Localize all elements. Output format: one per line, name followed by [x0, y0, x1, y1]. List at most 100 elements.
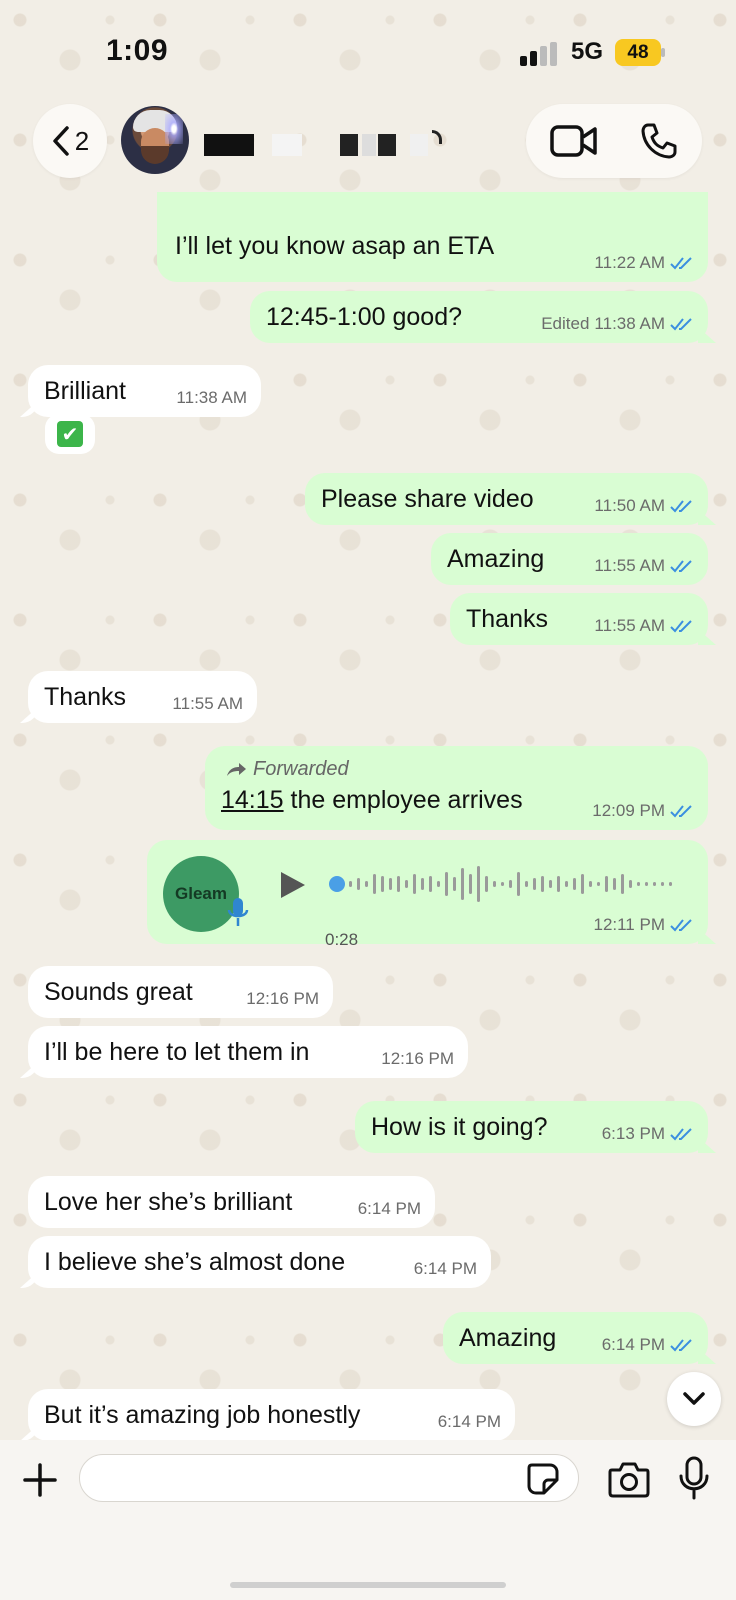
- network-type: 5G: [571, 38, 604, 65]
- edited-label: Edited: [541, 314, 590, 333]
- message-text: Amazing: [459, 1324, 557, 1352]
- contact-avatar[interactable]: [121, 106, 189, 174]
- video-call-icon[interactable]: [550, 124, 598, 158]
- message-outgoing[interactable]: Amazing 11:55 AM: [431, 533, 708, 585]
- read-ticks-icon: [670, 257, 692, 270]
- message-incoming[interactable]: Love her she’s brilliant 6:14 PM: [28, 1176, 435, 1228]
- status-time: 1:09: [106, 34, 169, 67]
- message-text: Amazing: [447, 545, 545, 573]
- message-incoming[interactable]: Brilliant 11:38 AM: [28, 365, 261, 417]
- message-meta: Edited 11:38 AM: [541, 309, 694, 339]
- read-ticks-icon: [670, 500, 692, 513]
- message-text: Love her she’s brilliant: [44, 1188, 293, 1216]
- read-ticks-icon: [670, 1339, 692, 1352]
- status-bar: 1:09 5G 48: [0, 0, 736, 100]
- message-time: 11:50 AM: [594, 496, 665, 515]
- audio-waveform[interactable]: [329, 862, 679, 906]
- message-text: 14:15 the employee arrives: [221, 782, 523, 818]
- voice-message[interactable]: Gleam 0:28 12:11 PM: [147, 840, 708, 949]
- read-ticks-icon: [670, 560, 692, 573]
- message-text: I’ll be here to let them in: [44, 1038, 310, 1066]
- forward-arrow-icon: [227, 763, 246, 776]
- message-meta: 6:13 PM: [602, 1119, 694, 1149]
- read-ticks-icon: [670, 1128, 692, 1141]
- message-meta: 11:22 AM: [594, 248, 694, 278]
- message-time: 11:38 AM: [594, 314, 665, 333]
- message-text: Sounds great: [44, 978, 193, 1006]
- message-time: 12:16 PM: [381, 1049, 454, 1068]
- message-text: How is it going?: [371, 1113, 548, 1141]
- message-time: 6:14 PM: [601, 1335, 665, 1354]
- message-text: But it’s amazing job honestly: [44, 1401, 361, 1429]
- battery-icon: 48: [615, 39, 665, 66]
- message-incoming[interactable]: Sounds great 12:16 PM: [28, 966, 333, 1018]
- message-outgoing[interactable]: Please share video 11:50 AM: [305, 473, 708, 525]
- message-text: Please share video: [321, 485, 534, 513]
- message-time: 6:14 PM: [437, 1412, 501, 1431]
- message-text: Brilliant: [44, 377, 126, 405]
- read-ticks-icon: [670, 919, 692, 932]
- message-meta: 11:50 AM: [594, 491, 694, 521]
- read-ticks-icon: [670, 318, 692, 331]
- message-input[interactable]: [79, 1454, 579, 1502]
- message-time: 6:14 PM: [357, 1199, 421, 1218]
- message-time: 6:13 PM: [601, 1124, 665, 1143]
- message-time: 11:55 AM: [594, 616, 665, 635]
- plus-icon[interactable]: [22, 1462, 58, 1498]
- message-text: Thanks: [44, 683, 126, 711]
- message-meta: 12:16 PM: [381, 1044, 454, 1074]
- chevron-left-icon: [53, 126, 69, 156]
- time-link[interactable]: 14:15: [221, 786, 284, 814]
- chevron-down-icon: [683, 1392, 705, 1405]
- forwarded-label: Forwarded: [225, 756, 349, 782]
- message-incoming[interactable]: But it’s amazing job honestly 6:14 PM: [28, 1389, 515, 1441]
- unread-count: 2: [74, 125, 90, 156]
- message-meta: 12:11 PM: [593, 910, 694, 940]
- message-time: 11:38 AM: [176, 388, 247, 407]
- message-time: 11:55 AM: [594, 556, 665, 575]
- battery-level: 48: [615, 39, 661, 66]
- message-meta: 11:38 AM: [176, 383, 247, 413]
- composer-bar: [0, 1440, 736, 1600]
- reaction-badge[interactable]: ✔: [45, 414, 95, 454]
- message-meta: 12:16 PM: [246, 984, 319, 1014]
- message-outgoing[interactable]: Thanks 11:55 AM: [450, 593, 708, 645]
- message-text: Thanks: [466, 605, 548, 633]
- call-actions: [526, 104, 702, 178]
- message-meta: 11:55 AM: [594, 551, 694, 581]
- message-outgoing[interactable]: Amazing 6:14 PM: [443, 1312, 708, 1364]
- phone-call-icon[interactable]: [640, 122, 678, 160]
- message-outgoing[interactable]: I’ll let you know asap an ETA 11:22 AM: [157, 192, 708, 282]
- message-forwarded[interactable]: Forwarded 14:15 the employee arrives 12:…: [205, 746, 708, 830]
- read-ticks-icon: [670, 620, 692, 633]
- microphone-icon[interactable]: [678, 1456, 710, 1500]
- message-outgoing[interactable]: How is it going? 6:13 PM: [355, 1101, 708, 1153]
- message-time: 11:55 AM: [172, 694, 243, 713]
- message-body: the employee arrives: [283, 786, 523, 814]
- play-icon[interactable]: [279, 870, 307, 900]
- message-meta: 6:14 PM: [414, 1254, 477, 1284]
- message-time: 12:16 PM: [246, 989, 319, 1008]
- message-meta: 12:09 PM: [592, 796, 694, 826]
- home-indicator: [230, 1582, 506, 1588]
- sticker-icon[interactable]: [526, 1462, 560, 1496]
- read-ticks-icon: [670, 805, 692, 818]
- message-time: 12:11 PM: [593, 915, 665, 934]
- message-time: 12:09 PM: [592, 801, 665, 820]
- message-incoming[interactable]: Thanks 11:55 AM: [28, 671, 257, 723]
- message-time: 11:22 AM: [594, 253, 665, 272]
- forwarded-text: Forwarded: [253, 758, 349, 780]
- back-button[interactable]: 2: [33, 104, 107, 178]
- message-meta: 6:14 PM: [438, 1407, 501, 1437]
- message-meta: 11:55 AM: [172, 689, 243, 719]
- message-incoming[interactable]: I’ll be here to let them in 12:16 PM: [28, 1026, 468, 1078]
- camera-icon[interactable]: [608, 1460, 650, 1498]
- message-text: I’ll let you know asap an ETA: [175, 232, 495, 260]
- message-meta: 6:14 PM: [602, 1330, 694, 1360]
- message-text: I believe she’s almost done: [44, 1248, 346, 1276]
- scroll-to-bottom-button[interactable]: [667, 1372, 721, 1426]
- message-outgoing[interactable]: 12:45-1:00 good? Edited 11:38 AM: [250, 291, 708, 343]
- message-meta: 11:55 AM: [594, 611, 694, 641]
- message-incoming[interactable]: I believe she’s almost done 6:14 PM: [28, 1236, 491, 1288]
- voice-duration: 0:28: [325, 930, 359, 949]
